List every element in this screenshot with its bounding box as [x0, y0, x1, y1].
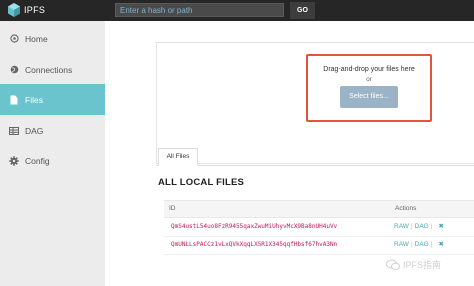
- row-actions: RAW | DAG | ✖: [394, 222, 444, 230]
- sidebar-item-label: Connections: [25, 64, 73, 75]
- column-header-id: ID: [169, 205, 176, 212]
- sidebar-item-label: Config: [25, 155, 50, 166]
- wechat-icon: [386, 259, 400, 270]
- select-files-button[interactable]: Select files...: [340, 86, 398, 108]
- app-name: IPFS: [24, 5, 46, 15]
- top-bar: IPFS GO: [0, 0, 474, 21]
- home-icon: [9, 34, 19, 44]
- sidebar-item-dag[interactable]: DAG: [0, 115, 105, 146]
- sidebar-item-home[interactable]: Home: [0, 23, 105, 54]
- table-icon: [9, 126, 19, 136]
- watermark: IPFS指南: [386, 258, 441, 271]
- ipfs-logo-icon: [8, 3, 20, 17]
- globe-icon: [9, 65, 19, 75]
- delete-icon[interactable]: ✖: [438, 223, 443, 230]
- separator: |: [430, 241, 433, 248]
- raw-link[interactable]: RAW: [394, 223, 409, 230]
- section-title: ALL LOCAL FILES: [158, 177, 245, 188]
- go-button[interactable]: GO: [290, 2, 315, 19]
- tab-all-files[interactable]: All Files: [158, 148, 198, 166]
- watermark-text: IPFS指南: [403, 260, 442, 270]
- table-row: QmUNLLsPACCz1vLxQVkXqqLX5R1X345qqfHbsf67…: [164, 236, 474, 255]
- drop-instructions: Drag-and-drop your files here: [323, 66, 415, 73]
- table-header: ID Actions: [164, 200, 474, 218]
- file-hash[interactable]: QmUNLLsPACCz1vLxQVkXqqLX5R1X345qqfHbsf67…: [171, 241, 337, 248]
- dag-link[interactable]: DAG: [415, 223, 429, 230]
- sidebar-item-connections[interactable]: Connections: [0, 54, 105, 85]
- sidebar: Home Connections Files DAG Config: [0, 21, 105, 286]
- sidebar-item-config[interactable]: Config: [0, 145, 105, 176]
- drop-zone[interactable]: Drag-and-drop your files here or Select …: [306, 54, 432, 122]
- search-input[interactable]: [115, 3, 284, 17]
- or-separator: or: [366, 76, 372, 83]
- separator: |: [410, 241, 413, 248]
- row-actions: RAW | DAG | ✖: [394, 240, 444, 248]
- file-hash[interactable]: QmS4ustL54uo8FzR9455qaxZwuMiUhyvMcX9Ba8n…: [171, 223, 337, 230]
- table-row: QmS4ustL54uo8FzR9455qaxZwuMiUhyvMcX9Ba8n…: [164, 218, 474, 237]
- sidebar-item-label: Files: [25, 94, 43, 105]
- delete-icon[interactable]: ✖: [438, 241, 443, 248]
- logo: IPFS: [8, 3, 45, 17]
- column-header-actions: Actions: [395, 205, 417, 212]
- separator: |: [410, 223, 413, 230]
- raw-link[interactable]: RAW: [394, 241, 409, 248]
- sidebar-item-files[interactable]: Files: [0, 84, 105, 115]
- tabs-divider: [156, 165, 474, 166]
- sidebar-item-label: DAG: [25, 125, 44, 136]
- separator: |: [430, 223, 433, 230]
- dag-link[interactable]: DAG: [415, 241, 429, 248]
- sidebar-item-label: Home: [25, 33, 48, 44]
- gear-icon: [9, 155, 19, 166]
- file-icon: [9, 95, 19, 105]
